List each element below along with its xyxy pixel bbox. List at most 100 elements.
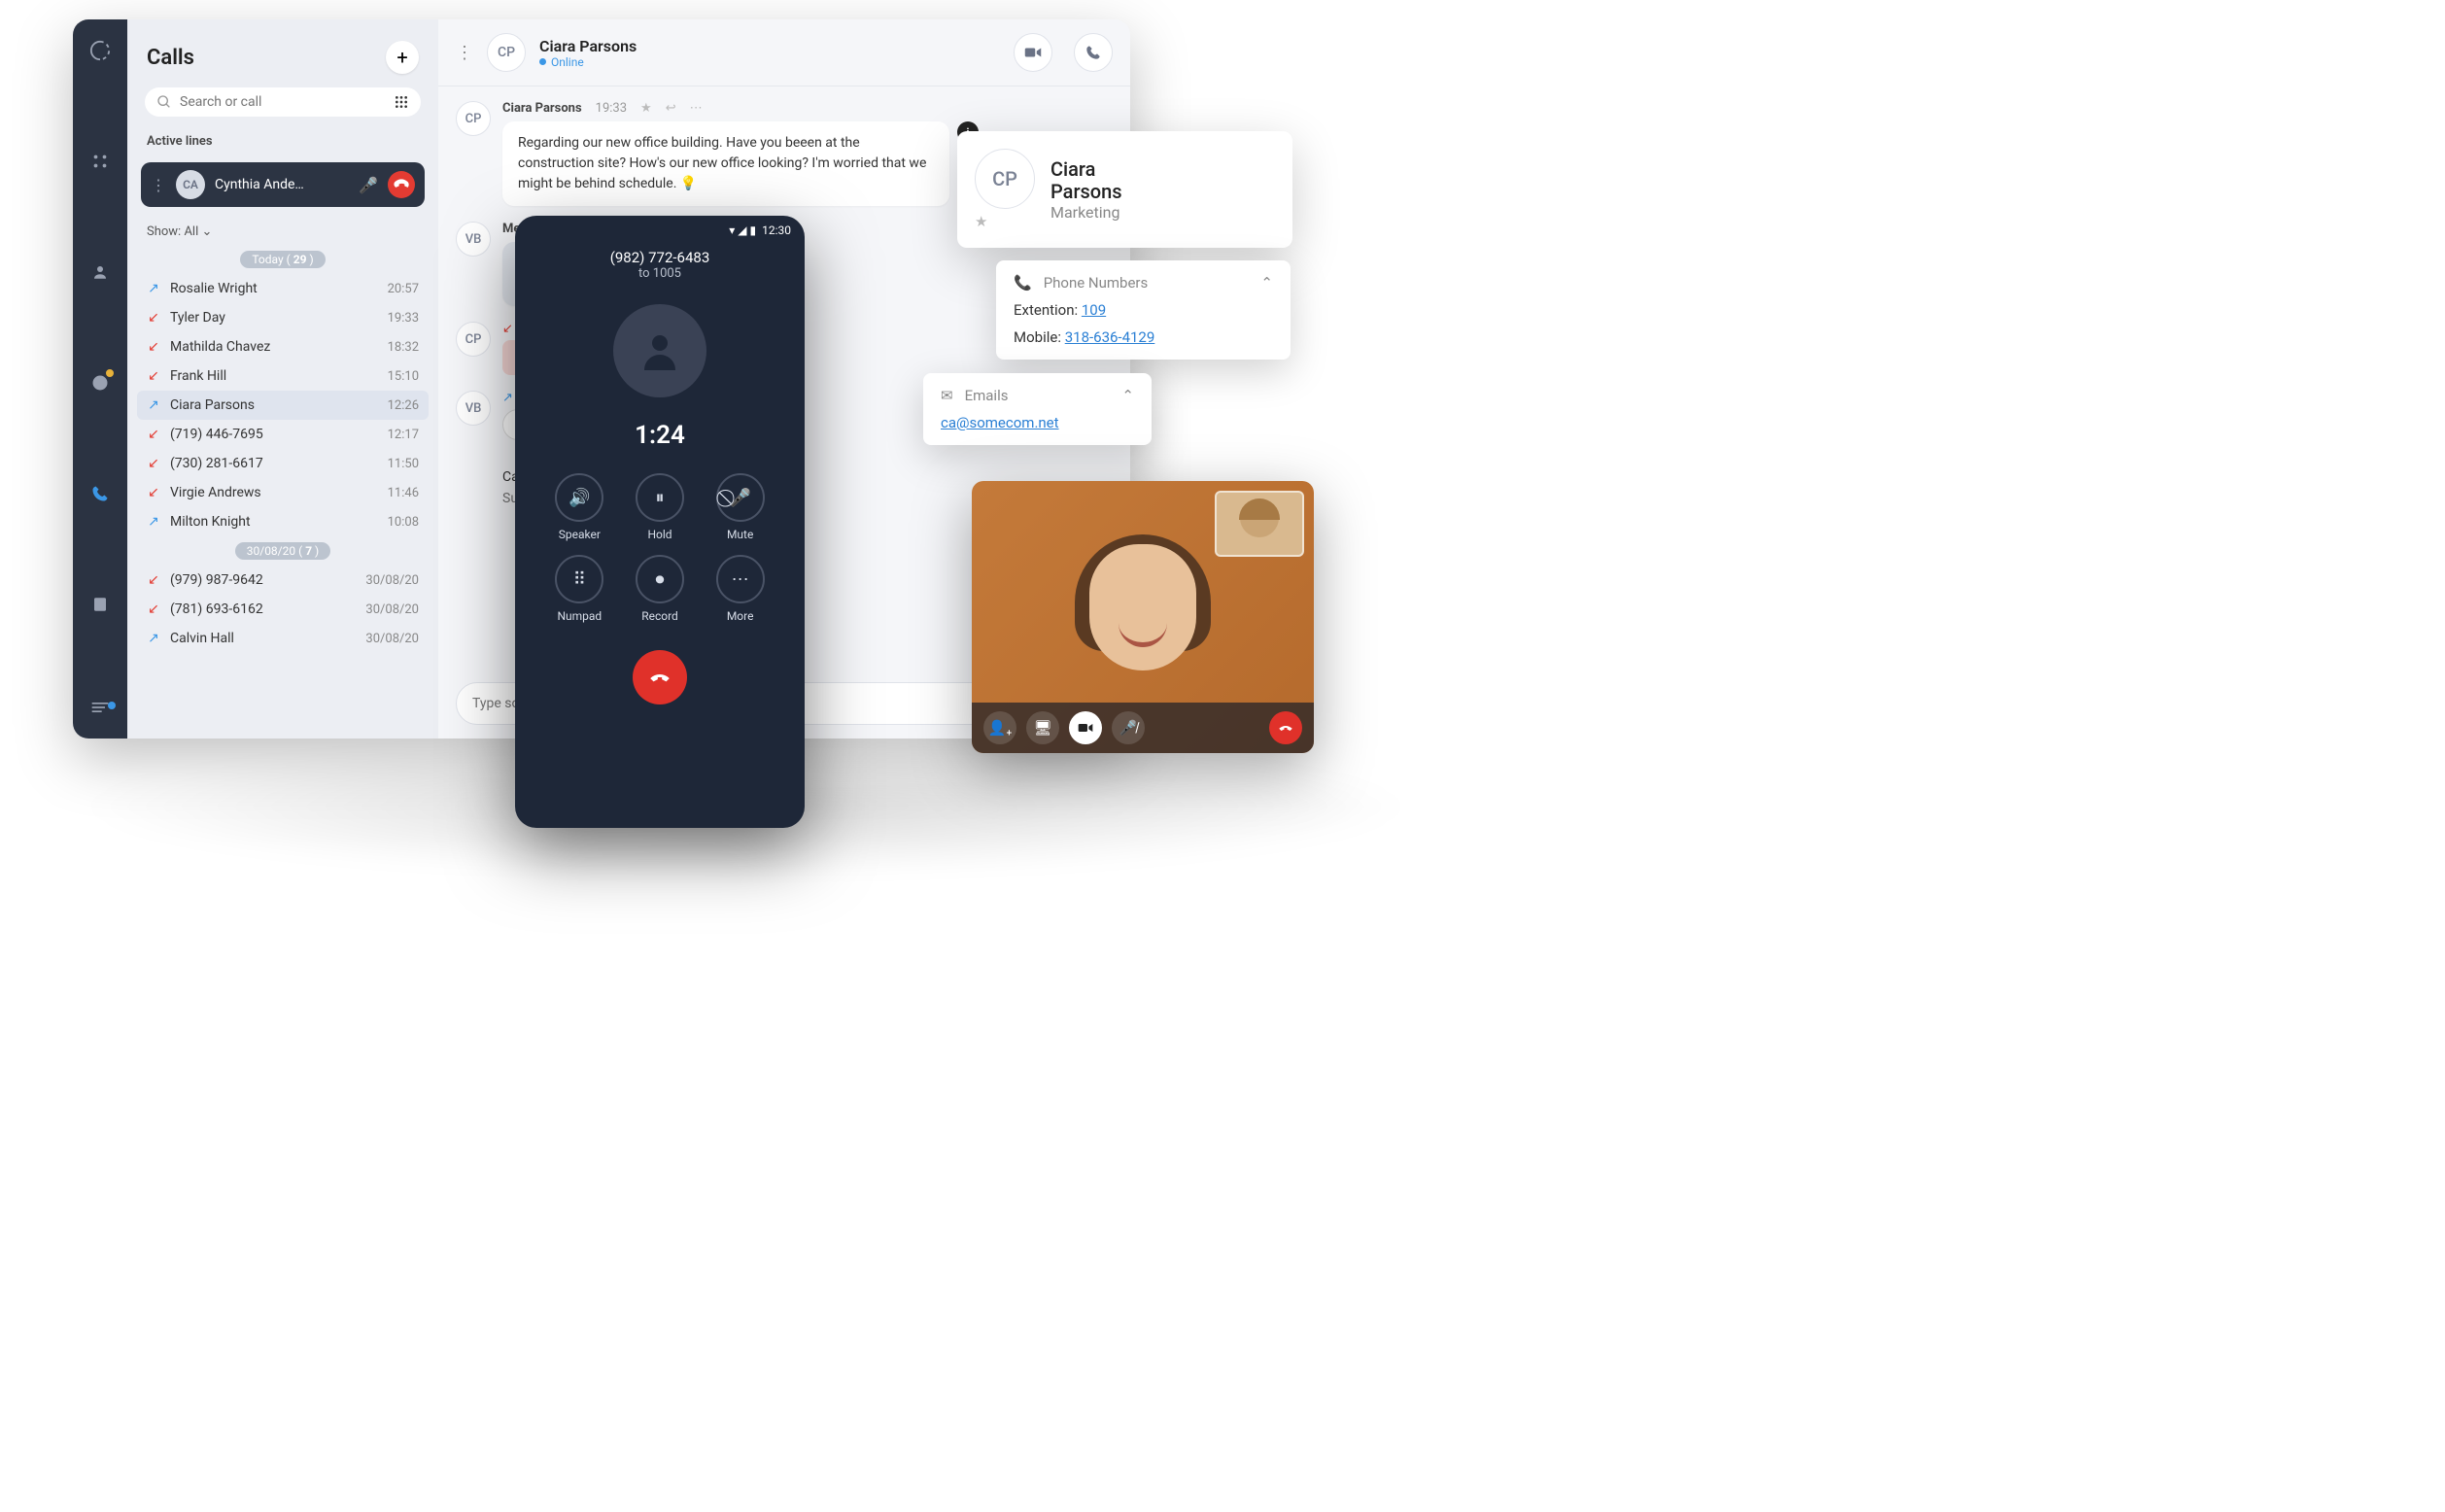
active-call-name: Cynthia Ande… [215,177,349,192]
show-filter[interactable]: Show: All ⌄ [127,215,438,245]
hold-button[interactable]: ⏸Hold [625,473,696,541]
call-row[interactable]: ↙(730) 281-661711:50 [127,449,438,478]
more-icon[interactable]: ⋯ [690,101,703,116]
mobile-link[interactable]: 318-636-4129 [1065,328,1155,346]
call-row[interactable]: ↙(979) 987-964230/08/20 [127,566,438,595]
call-name: (719) 446-7695 [170,427,378,442]
call-name: Tyler Day [170,310,378,326]
call-row[interactable]: ↗Rosalie Wright20:57 [127,274,438,303]
numpad-button[interactable]: ⠿Numpad [544,555,615,623]
calls-panel: Calls + Active lines ⋮ CA Cynthia Ande… … [127,19,438,739]
contact-card: CP ★ Ciara Parsons Marketing [957,131,1292,248]
button-label: Hold [647,528,672,541]
email-link[interactable]: ca@somecom.net [941,414,1059,431]
mute-button[interactable]: 🎤̸ [1112,711,1145,744]
video-call-button[interactable] [1014,33,1052,72]
call-row[interactable]: ↙Frank Hill15:10 [127,361,438,391]
camera-toggle-button[interactable] [1069,711,1102,744]
user-icon[interactable] [88,260,112,284]
outgoing-arrow-icon: ↗ [147,631,160,646]
call-time: 30/08/20 [365,573,419,588]
incoming-arrow-icon: ↙ [147,427,160,442]
add-button[interactable]: + [386,41,419,74]
phone-status-bar: ▾ ◢ ▮ 12:30 [515,216,805,245]
incoming-arrow-icon: ↙ [147,456,160,471]
screenshare-button[interactable]: 🖥 [1026,711,1059,744]
video-call-window: 👤₊ 🖥 🎤̸ [972,481,1314,753]
call-time: 12:17 [388,428,419,442]
speaker-button[interactable]: 🔊Speaker [544,473,615,541]
star-icon[interactable]: ★ [640,101,652,116]
incoming-arrow-icon: ↙ [147,572,160,588]
button-label: Record [641,609,678,623]
call-time: 15:10 [388,369,419,384]
mail-icon: ✉ [941,387,953,404]
record-button[interactable]: ⏺Record [625,555,696,623]
avatar: CP [487,33,526,72]
call-row[interactable]: ↙ (719) 446-7695 12:17 [127,420,438,449]
phone-icon[interactable] [88,482,112,505]
date-group-pill: 30/08/20 ( 7 ) [235,542,330,560]
reply-icon[interactable]: ↩ [666,101,676,116]
panel-title: Calls [147,46,194,70]
incoming-arrow-icon: ↙ [147,601,160,617]
phone-icon: 📞 [1014,274,1032,292]
call-row[interactable]: ↗Ciara Parsons12:26 [137,391,429,420]
outgoing-arrow-icon: ↗ [147,281,160,296]
button-label: Mute [727,528,753,541]
avatar: VB [456,222,491,257]
mic-icon[interactable]: 🎤 [359,176,378,194]
search-icon [156,94,172,110]
call-name: Virgie Andrews [170,485,378,500]
end-video-button[interactable] [1269,711,1302,744]
collapse-icon[interactable]: ⌃ [1260,274,1273,292]
hangup-button[interactable] [633,650,687,704]
end-call-button[interactable] [388,171,415,198]
call-name: Ciara Parsons [170,397,378,413]
incoming-arrow-icon: ↙ [147,368,160,384]
more-button[interactable]: ⋯More [705,555,775,623]
collapse-icon[interactable]: ⌃ [1121,387,1134,404]
call-name: (781) 693-6162 [170,601,356,617]
contact-department: Marketing [1050,203,1122,222]
call-time: 30/08/20 [365,602,419,617]
outgoing-arrow-icon: ↗ [147,397,160,413]
online-status: Online [539,55,992,69]
kebab-icon[interactable]: ⋮ [456,43,473,63]
panel-title: Emails [965,387,1009,404]
menu-icon[interactable] [88,696,112,719]
call-row[interactable]: ↙Virgie Andrews11:46 [127,478,438,507]
date-group-pill: Today ( 29 ) [240,251,325,268]
star-icon[interactable]: ★ [975,213,1035,230]
call-name: Calvin Hall [170,631,356,646]
dialpad-icon[interactable] [394,94,409,110]
call-row[interactable]: ↗Calvin Hall30/08/20 [127,624,438,653]
extension-link[interactable]: 109 [1082,301,1106,319]
call-time: 10:08 [388,515,419,530]
call-time: 11:50 [388,457,419,471]
drag-handle-icon[interactable]: ⋮ [151,176,166,194]
nav-sidebar [73,19,127,739]
voice-call-button[interactable] [1074,33,1113,72]
search-box[interactable] [145,87,421,117]
call-row[interactable]: ↗Milton Knight10:08 [127,507,438,536]
message-bubble: Regarding our new office building. Have … [502,121,949,206]
add-participant-button[interactable]: 👤₊ [983,711,1016,744]
call-row[interactable]: ↙Tyler Day19:33 [127,303,438,332]
video-pip[interactable] [1215,491,1304,557]
button-label: More [727,609,754,623]
active-call-row[interactable]: ⋮ CA Cynthia Ande… 🎤 [141,162,425,207]
avatar: CA [176,170,205,199]
dialed-to: to 1005 [515,266,805,281]
mask-icon[interactable] [88,371,112,395]
contacts-icon[interactable] [88,593,112,616]
panel-title: Phone Numbers [1044,274,1149,292]
caller-avatar [613,304,706,397]
call-row[interactable]: ↙Mathilda Chavez18:32 [127,332,438,361]
search-input[interactable] [180,94,386,110]
grid-icon[interactable] [88,150,112,173]
call-time: 20:57 [388,282,419,296]
mute-button[interactable]: 🎤⃠Mute [705,473,775,541]
phone-numbers-panel: 📞Phone Numbers⌃ Extention: 109 Mobile: 3… [996,260,1291,360]
call-row[interactable]: ↙ (781) 693-6162 30/08/20 [127,595,438,624]
